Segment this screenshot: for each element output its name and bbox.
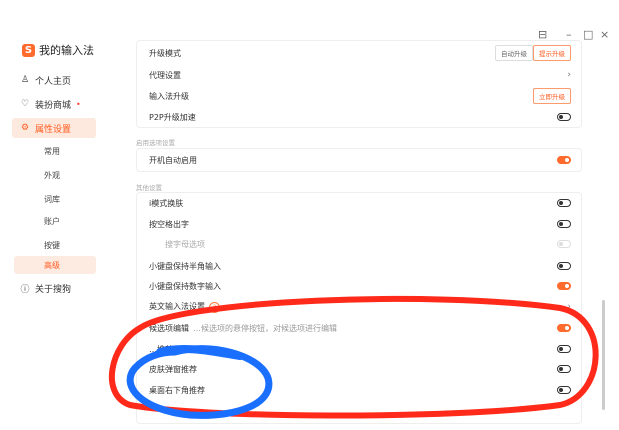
annotation-overlay	[109, 295, 599, 419]
settings-window: S 我的输入法 ⊟ – □ × ♙ 个人主页 ♡ 装扮商城 • ⚙ 属性设置 常…	[0, 0, 619, 430]
blue-circle-annotation	[126, 345, 273, 419]
red-circle-annotation	[109, 295, 599, 419]
